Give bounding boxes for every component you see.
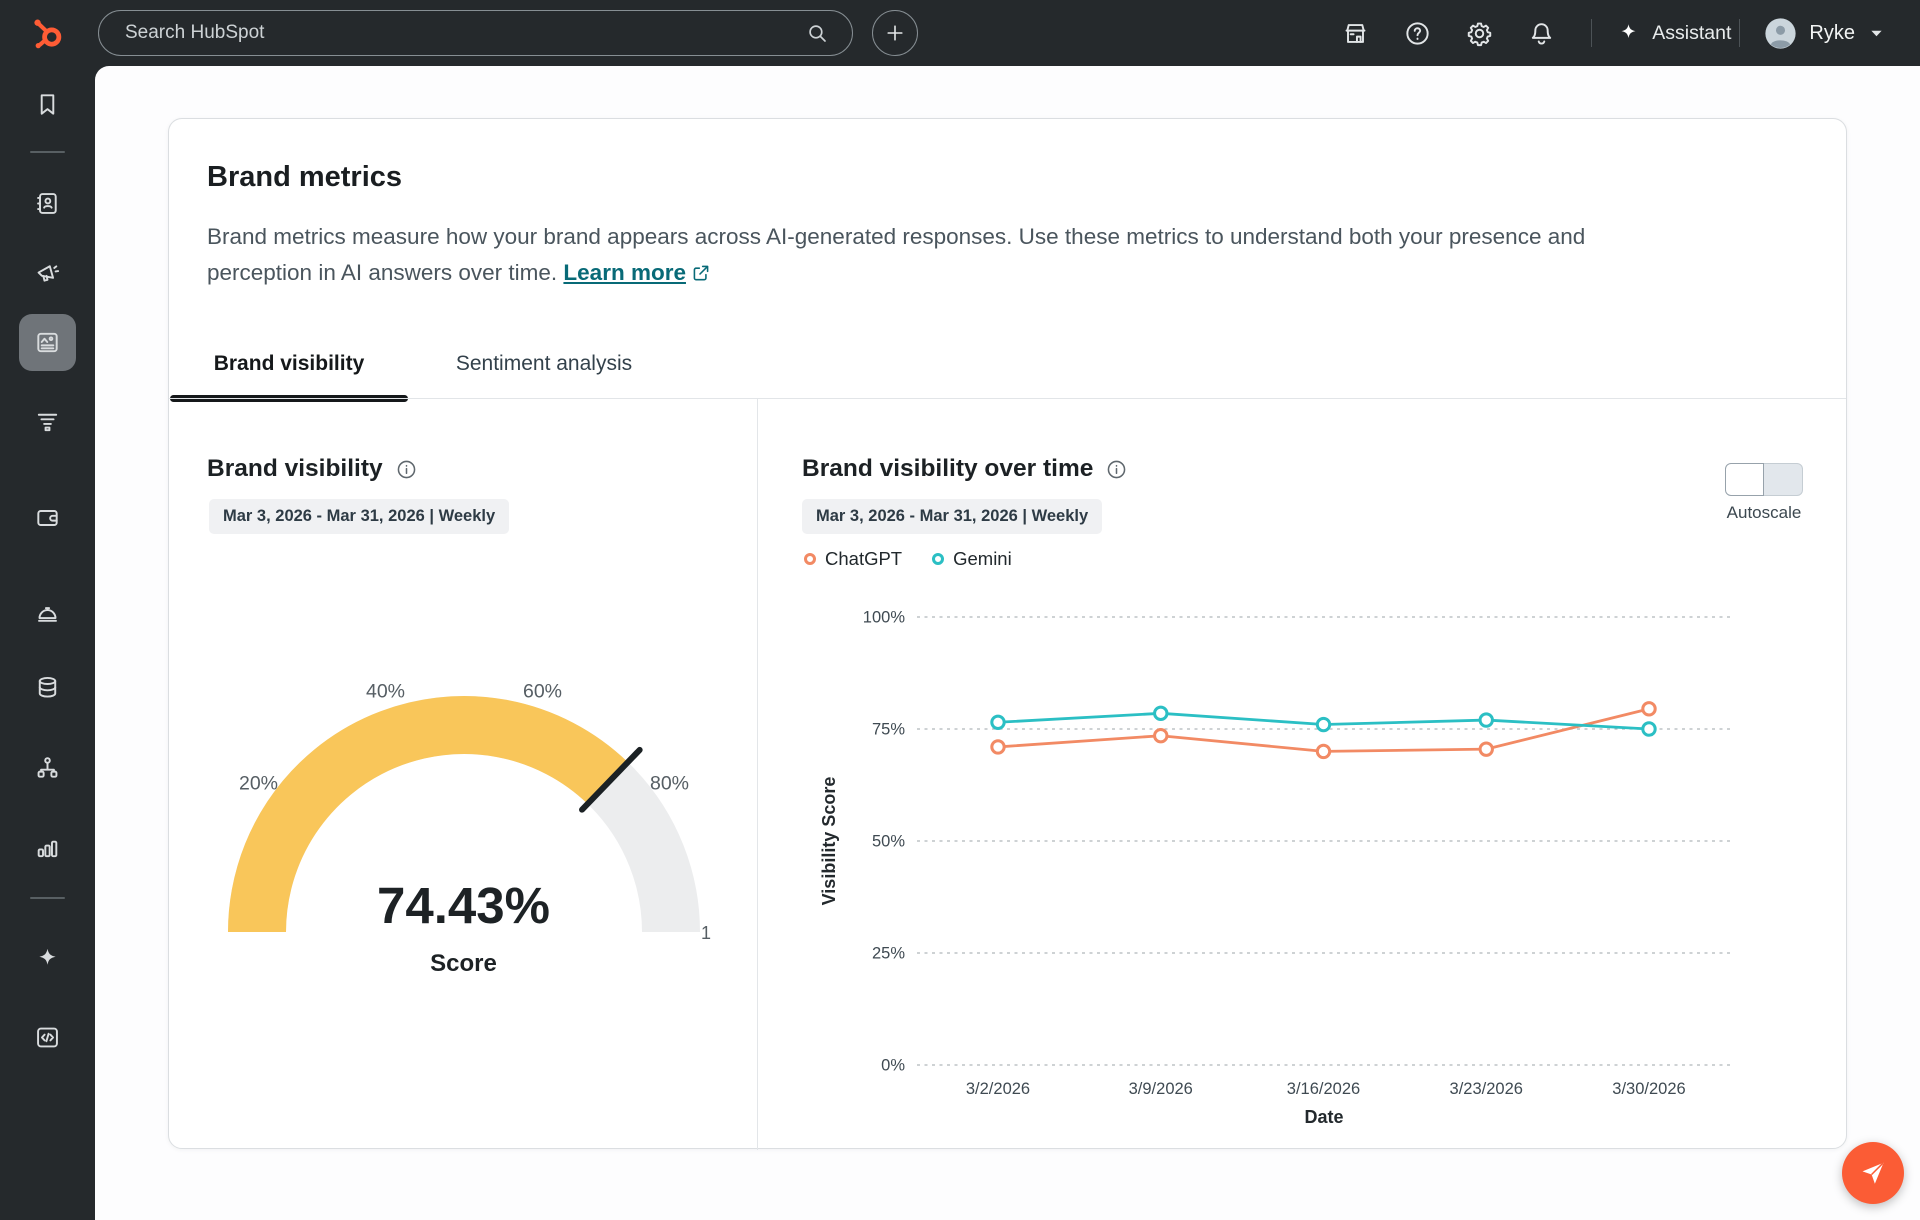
tab-brand-visibility[interactable]: Brand visibility [169,329,409,398]
contacts-icon [33,189,62,218]
svg-text:3/2/2026: 3/2/2026 [966,1080,1030,1098]
search-icon [805,21,830,46]
brand-metrics-card: Brand metrics Brand metrics measure how … [168,118,1847,1149]
tab-label: Sentiment analysis [456,352,632,376]
svg-text:60%: 60% [523,680,562,702]
sidebar-divider [30,897,65,899]
sparkle-icon [33,945,62,974]
sidebar-item-workflow[interactable] [19,739,76,796]
paper-plane-icon [1859,1159,1887,1187]
external-link-icon [691,263,711,283]
sidebar-item-service-bell[interactable] [19,584,76,641]
svg-text:50%: 50% [872,833,905,851]
content-icon [33,328,62,357]
line-chart: 0% 25% 50% 75% 100% 3/2/2026 3/9/2026 3/16/2026… [758,399,1848,1150]
page-description: Brand metrics measure how your brand app… [207,219,1782,290]
svg-text:20%: 20% [239,773,278,795]
create-button[interactable] [872,10,918,56]
tab-label: Brand visibility [214,352,365,376]
svg-text:3/9/2026: 3/9/2026 [1129,1080,1193,1098]
learn-more-link[interactable]: Learn more [563,260,711,285]
topbar-divider [1739,19,1740,47]
svg-text:40%: 40% [366,680,405,702]
database-icon [33,673,62,702]
assistant-label: Assistant [1652,22,1731,45]
svg-text:100%: 100% [863,609,906,627]
sidebar-item-contacts[interactable] [19,175,76,232]
sidebar [0,66,95,1220]
svg-text:3/30/2026: 3/30/2026 [1612,1080,1685,1098]
topbar-divider [1591,19,1592,47]
hubspot-logo-icon[interactable] [26,12,68,54]
bookmark-icon [33,90,62,119]
megaphone-icon [33,259,62,288]
chevron-down-icon [1867,24,1886,43]
sidebar-item-wallet[interactable] [19,489,76,546]
svg-text:Date: Date [1304,1107,1343,1127]
svg-text:80%: 80% [650,773,689,795]
wallet-icon [33,503,62,532]
brand-visibility-panel: Brand visibility Mar 3, 2026 - Mar 31, 2… [169,399,758,1150]
topbar: Search HubSpot Assistant Ryke [0,0,1920,66]
svg-text:3/16/2026: 3/16/2026 [1287,1080,1360,1098]
tab-bar: Brand visibility Sentiment analysis [169,329,679,398]
svg-text:3/23/2026: 3/23/2026 [1450,1080,1523,1098]
gauge-score-label: Score [169,950,758,978]
sidebar-item-megaphone[interactable] [19,245,76,302]
sidebar-item-code[interactable] [19,1009,76,1066]
gauge-chart: 20%40%60%80%1 [169,399,758,1150]
funnel-icon [33,407,62,436]
sidebar-item-sparkle[interactable] [19,931,76,988]
avatar [1764,17,1797,50]
sidebar-divider [30,151,65,153]
page-title: Brand metrics [207,161,402,194]
sidebar-item-content[interactable] [19,314,76,371]
svg-text:75%: 75% [872,721,905,739]
gauge-score-value: 74.43% [169,876,758,935]
plus-icon [883,21,907,45]
marketplace-icon[interactable] [1335,13,1375,53]
svg-text:0%: 0% [881,1057,905,1075]
sidebar-item-funnel[interactable] [19,393,76,450]
brand-visibility-over-time-panel: Brand visibility over time Mar 3, 2026 -… [758,399,1848,1150]
svg-text:25%: 25% [872,945,905,963]
workflow-icon [33,753,62,782]
user-menu[interactable]: Ryke [1764,17,1886,50]
tab-sentiment-analysis[interactable]: Sentiment analysis [409,329,679,398]
send-feedback-button[interactable] [1842,1142,1904,1204]
main-content: Brand metrics Brand metrics measure how … [95,66,1920,1220]
search-placeholder: Search HubSpot [125,22,805,44]
sparkle-icon [1616,21,1641,46]
help-icon[interactable] [1397,13,1437,53]
user-name: Ryke [1809,22,1855,45]
reports-icon [33,833,62,862]
search-input[interactable]: Search HubSpot [98,10,853,56]
svg-text:Visibility Score: Visibility Score [819,777,839,906]
service-bell-icon [33,598,62,627]
settings-icon[interactable] [1459,13,1499,53]
assistant-button[interactable]: Assistant [1616,21,1731,46]
toggle-knob [1725,463,1764,496]
sidebar-item-bookmark[interactable] [19,76,76,133]
sidebar-item-reports[interactable] [19,819,76,876]
sidebar-item-database[interactable] [19,659,76,716]
code-icon [33,1023,62,1052]
notifications-icon[interactable] [1521,13,1561,53]
